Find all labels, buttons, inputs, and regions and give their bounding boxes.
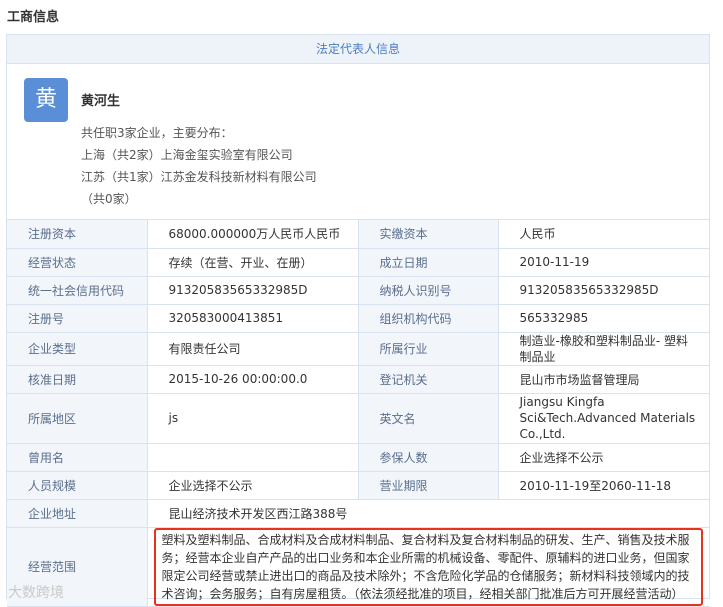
field-label: 核准日期 <box>7 364 148 394</box>
table-row: 所属地区 js 英文名 Jiangsu Kingfa Sci&Tech.Adva… <box>7 392 709 444</box>
field-label: 所属行业 <box>357 331 499 366</box>
field-value: 2015-10-26 00:00:00.0 <box>146 364 359 394</box>
field-label: 纳税人识别号 <box>357 275 499 305</box>
watermark: 大数跨境 <box>8 585 64 601</box>
field-label: 注册资本 <box>7 220 148 249</box>
business-scope-value: 塑料及塑料制品、合成材料及合成材料制品、复合材料及复合材料制品的研发、生产、销售… <box>153 527 703 606</box>
field-value: 565332985 <box>497 303 709 333</box>
field-label: 人员规模 <box>7 470 148 500</box>
field-value: 有限责任公司 <box>146 331 359 366</box>
location-row: 上海（共2家）上海金玺实验室有限公司 <box>81 144 317 166</box>
address-value: 昆山经济技术开发区西江路388号 <box>146 498 709 528</box>
field-value <box>146 442 359 472</box>
field-label: 所属地区 <box>7 392 148 444</box>
field-value: 2010-11-19至2060-11-18 <box>497 470 709 500</box>
location-row: （共0家） <box>81 188 317 210</box>
location-prefix: 上海（共2家） <box>81 148 161 162</box>
field-label: 企业地址 <box>7 498 148 528</box>
field-value: Jiangsu Kingfa Sci&Tech.Advanced Materia… <box>497 392 709 444</box>
field-label: 经营状态 <box>7 247 148 277</box>
field-value: 企业选择不公示 <box>146 470 359 500</box>
field-label: 登记机关 <box>357 364 499 394</box>
scope-cell: 塑料及塑料制品、合成材料及合成材料制品、复合材料及复合材料制品的研发、生产、销售… <box>146 526 709 607</box>
field-label: 参保人数 <box>357 442 499 472</box>
avatar: 黄 <box>24 78 68 122</box>
field-label: 注册号 <box>7 303 148 333</box>
table-row: 人员规模 企业选择不公示 营业期限 2010-11-19至2060-11-18 <box>7 470 709 500</box>
table-row: 经营状态 存续（在营、开业、在册） 成立日期 2010-11-19 <box>7 247 709 277</box>
field-label: 英文名 <box>357 392 499 444</box>
field-label: 实缴资本 <box>357 220 499 249</box>
business-info-panel: 法定代表人信息 黄 黄河生 共任职3家企业，主要分布： 上海（共2家）上海金玺实… <box>6 34 710 607</box>
location-prefix: （共0家） <box>81 192 137 206</box>
location-prefix: 江苏（共1家） <box>81 170 161 184</box>
field-value: 68000.000000万人民币人民币 <box>146 220 359 249</box>
field-label: 统一社会信用代码 <box>7 275 148 305</box>
location-row: 江苏（共1家）江苏金发科技新材料有限公司 <box>81 166 317 188</box>
field-value: 91320583565332985D <box>497 275 709 305</box>
table-row: 核准日期 2015-10-26 00:00:00.0 登记机关 昆山市市场监督管… <box>7 364 709 394</box>
table-row: 企业类型 有限责任公司 所属行业 制造业-橡胶和塑料制品业- 塑料制品业 <box>7 331 709 366</box>
field-value: js <box>146 392 359 444</box>
field-value: 存续（在营、开业、在册） <box>146 247 359 277</box>
field-value: 320583000413851 <box>146 303 359 333</box>
legal-rep-header: 法定代表人信息 <box>7 35 709 64</box>
legal-rep-summary: 共任职3家企业，主要分布： <box>81 126 233 140</box>
field-value: 昆山市市场监督管理局 <box>497 364 709 394</box>
info-table: 注册资本 68000.000000万人民币人民币 实缴资本 人民币 经营状态 存… <box>7 220 709 607</box>
field-label: 组织机构代码 <box>357 303 499 333</box>
field-label: 营业期限 <box>357 470 499 500</box>
field-label: 企业类型 <box>7 331 148 366</box>
table-row: 企业地址 昆山经济技术开发区西江路388号 <box>7 498 709 528</box>
table-row: 统一社会信用代码 91320583565332985D 纳税人识别号 91320… <box>7 275 709 305</box>
field-value: 91320583565332985D <box>146 275 359 305</box>
table-row: 注册号 320583000413851 组织机构代码 565332985 <box>7 303 709 333</box>
table-row: 经营范围 塑料及塑料制品、合成材料及合成材料制品、复合材料及复合材料制品的研发、… <box>7 526 709 607</box>
field-value: 企业选择不公示 <box>497 442 709 472</box>
field-value: 制造业-橡胶和塑料制品业- 塑料制品业 <box>497 331 709 366</box>
location-company[interactable]: 上海金玺实验室有限公司 <box>161 148 293 162</box>
field-label: 曾用名 <box>7 442 148 472</box>
section-title: 工商信息 <box>7 10 60 25</box>
field-value: 人民币 <box>497 220 709 249</box>
legal-rep-summary-block: 共任职3家企业，主要分布： 上海（共2家）上海金玺实验室有限公司 江苏（共1家）… <box>81 122 317 210</box>
field-value: 2010-11-19 <box>497 247 709 277</box>
table-row: 注册资本 68000.000000万人民币人民币 实缴资本 人民币 <box>7 220 709 249</box>
location-company[interactable]: 江苏金发科技新材料有限公司 <box>161 170 317 184</box>
legal-rep-card: 黄 黄河生 共任职3家企业，主要分布： 上海（共2家）上海金玺实验室有限公司 江… <box>7 64 709 220</box>
legal-rep-name[interactable]: 黄河生 <box>81 90 120 109</box>
field-label: 成立日期 <box>357 247 499 277</box>
table-row: 曾用名 参保人数 企业选择不公示 <box>7 442 709 472</box>
